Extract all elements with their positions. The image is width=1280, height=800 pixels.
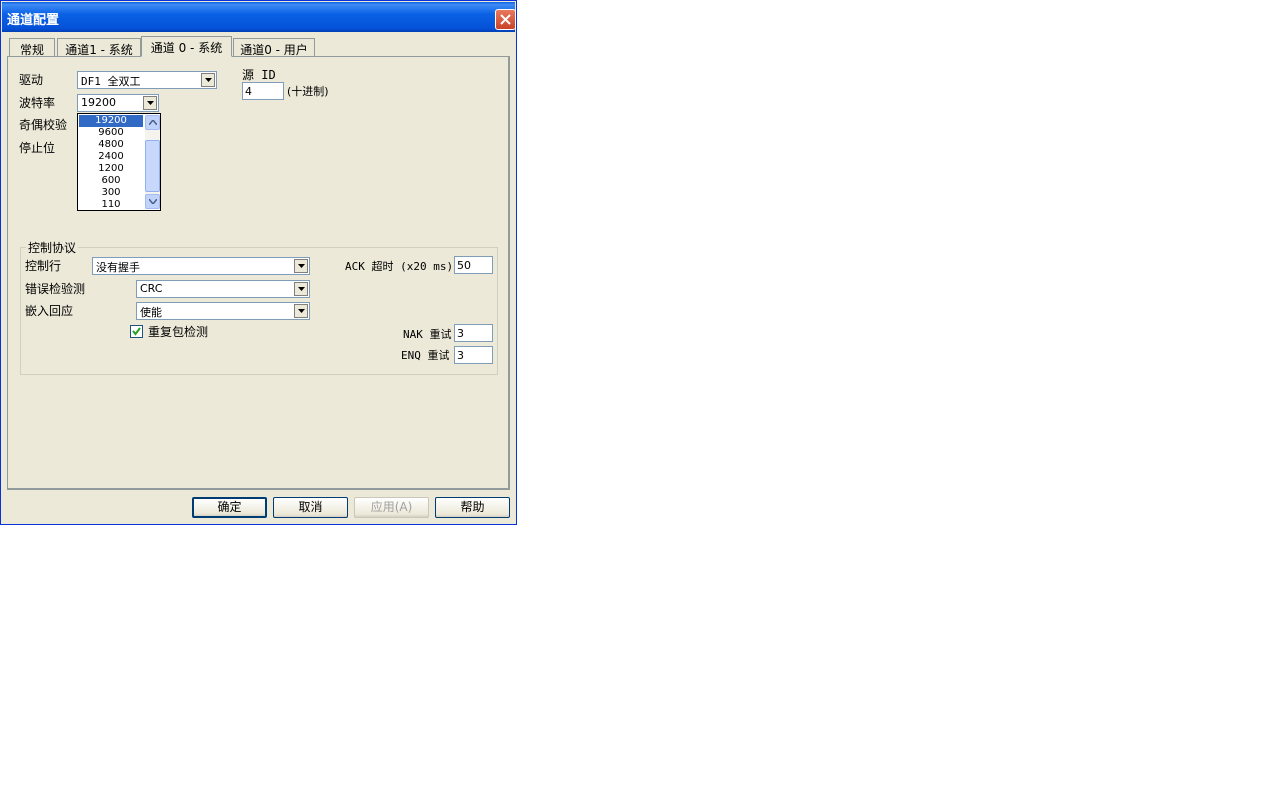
control-line-select[interactable]: 没有握手 [92,257,310,275]
embedded-response-dropdown-button[interactable] [294,304,308,318]
embedded-response-value: 使能 [140,306,162,319]
chevron-down-icon [205,78,212,82]
error-detection-select[interactable]: CRC [136,280,310,298]
window-title: 通道配置 [7,13,60,28]
chevron-down-icon [298,309,305,313]
baud-option[interactable]: 600 [79,175,143,187]
group-title: 控制协议 [26,239,79,256]
stop-bits-label: 停止位 [19,141,56,155]
error-detection-value: CRC [140,282,163,295]
error-detection-dropdown-button[interactable] [294,282,308,296]
cancel-button[interactable]: 取消 [273,497,348,518]
driver-select[interactable]: DF1 全双工 [77,71,217,89]
error-detection-label: 错误检验测 [25,282,86,296]
baud-dropdown-button[interactable] [143,96,157,110]
source-id-value: 4 [245,85,252,98]
duplicate-detect-label: 重复包检测 [148,325,209,339]
tab-channel1-system[interactable]: 通道1 - 系统 [57,38,141,57]
tab-general[interactable]: 常规 [9,38,55,57]
control-line-label: 控制行 [25,259,62,273]
embedded-response-label: 嵌入回应 [25,304,74,318]
ok-button[interactable]: 确定 [192,497,267,518]
scroll-thumb[interactable] [145,140,160,192]
baud-option[interactable]: 4800 [79,139,143,151]
baud-option[interactable]: 110 [79,199,143,211]
chevron-down-icon [298,287,305,291]
ack-timeout-label: ACK 超时 (x20 ms) [345,260,454,273]
source-id-label: 源 ID [242,68,276,82]
baud-option[interactable]: 9600 [79,127,143,139]
driver-dropdown-button[interactable] [201,73,215,87]
source-id-input[interactable]: 4 [242,82,284,100]
source-id-suffix: (十进制) [287,85,329,98]
embedded-response-select[interactable]: 使能 [136,302,310,320]
baud-select[interactable]: 19200 [77,94,159,112]
scroll-up-button[interactable] [145,115,160,130]
tab-channel0-system[interactable]: 通道 0 - 系统 [141,36,232,57]
driver-label: 驱动 [19,73,44,87]
baud-label: 波特率 [19,96,56,110]
help-button[interactable]: 帮助 [435,497,510,518]
parity-label: 奇偶校验 [19,118,68,132]
baud-option[interactable]: 300 [79,187,143,199]
baud-option[interactable]: 19200 [79,115,143,127]
tab-channel0-user[interactable]: 通道0 - 用户 [233,38,315,57]
duplicate-detect-checkbox[interactable] [130,325,143,338]
enq-retries-input[interactable]: 3 [454,346,493,364]
chevron-down-icon [147,101,154,105]
control-line-value: 没有握手 [96,261,140,274]
chevron-down-icon [298,264,305,268]
nak-retries-input[interactable]: 3 [454,324,493,342]
apply-button[interactable]: 应用(A) [354,497,429,518]
enq-retries-value: 3 [457,349,464,362]
ack-timeout-value: 50 [457,259,471,272]
chevron-up-icon [149,120,157,125]
scroll-down-button[interactable] [145,194,160,209]
checkmark-icon [132,327,141,336]
nak-retries-label: NAK 重试 [403,328,452,341]
close-icon [500,14,511,25]
baud-dropdown-list[interactable]: 19200 9600 4800 2400 1200 600 300 110 [77,113,161,211]
ack-timeout-input[interactable]: 50 [454,256,493,274]
title-bar[interactable]: 通道配置 [2,2,516,32]
driver-value: DF1 全双工 [81,75,141,88]
baud-option[interactable]: 2400 [79,151,143,163]
dropdown-scrollbar[interactable] [145,115,160,209]
nak-retries-value: 3 [457,327,464,340]
baud-value: 19200 [81,96,116,109]
chevron-down-icon [149,199,157,204]
enq-retries-label: ENQ 重试 [401,349,450,362]
control-line-dropdown-button[interactable] [294,259,308,273]
baud-option[interactable]: 1200 [79,163,143,175]
close-button[interactable] [495,9,516,30]
